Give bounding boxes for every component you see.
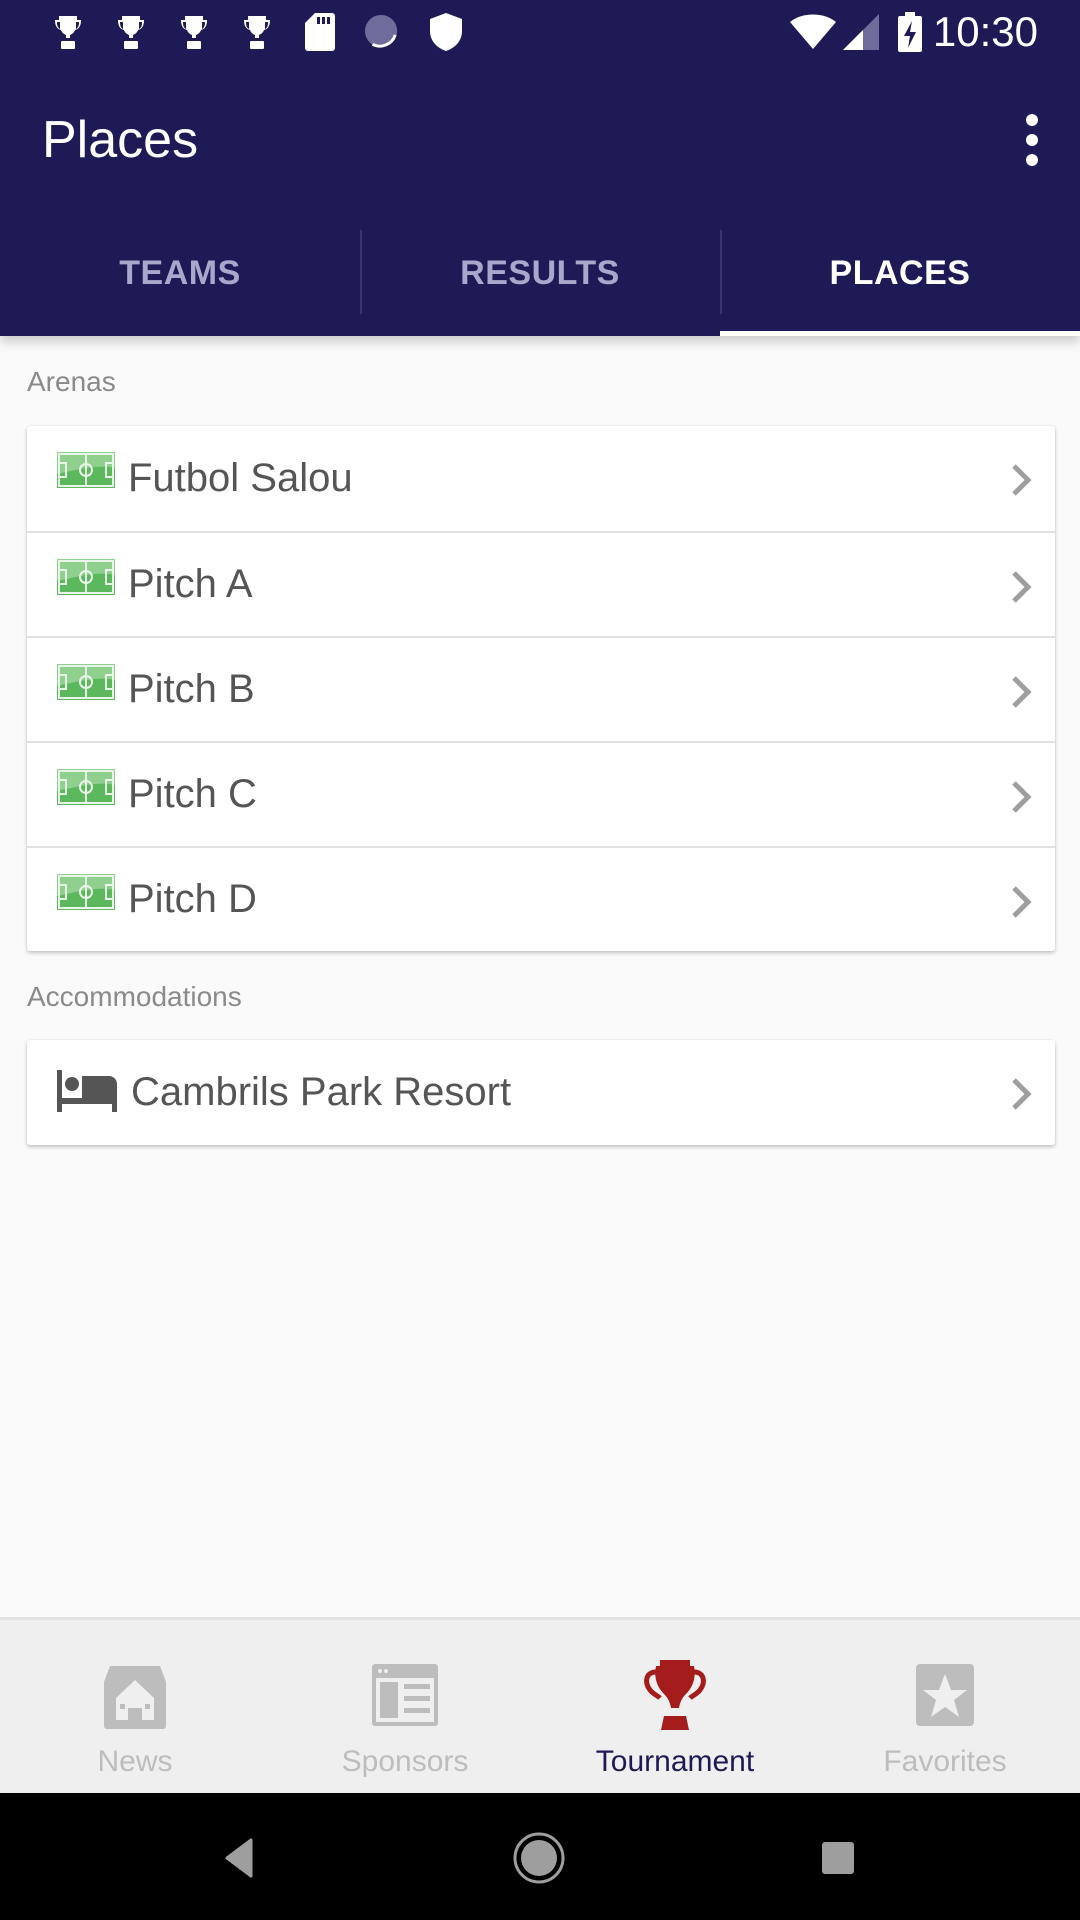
nav-news[interactable]: News bbox=[0, 1620, 270, 1793]
nav-label: News bbox=[97, 1745, 173, 1778]
soccer-field-icon bbox=[57, 874, 115, 910]
shield-icon bbox=[428, 12, 464, 52]
nav-favorites[interactable]: Favorites bbox=[810, 1620, 1080, 1793]
nav-sponsors[interactable]: Sponsors bbox=[270, 1620, 540, 1793]
status-bar: 10:30 bbox=[0, 0, 1080, 70]
trophy-icon bbox=[644, 1660, 706, 1730]
list-item-pitch-c[interactable]: Pitch C bbox=[27, 741, 1055, 846]
chevron-right-icon bbox=[1012, 571, 1032, 603]
trophy-icon bbox=[50, 12, 86, 52]
star-icon bbox=[916, 1664, 974, 1726]
chevron-right-icon bbox=[1012, 676, 1032, 708]
soccer-field-icon bbox=[57, 664, 115, 700]
tab-results[interactable]: RESULTS bbox=[360, 210, 720, 336]
chevron-right-icon bbox=[1012, 1078, 1032, 1110]
sd-card-icon bbox=[302, 12, 338, 52]
accommodations-list: Cambrils Park Resort bbox=[27, 1040, 1055, 1145]
trophy-icon bbox=[239, 12, 275, 52]
newspaper-icon bbox=[372, 1664, 438, 1726]
list-item-label: Pitch A bbox=[128, 562, 253, 606]
trophy-icon bbox=[176, 12, 212, 52]
soccer-field-icon bbox=[57, 769, 115, 805]
recents-icon[interactable] bbox=[803, 1823, 873, 1893]
arenas-list: Futbol Salou Pitch A Pitch B Pitch C Pit… bbox=[27, 426, 1055, 951]
list-item-cambrils-park-resort[interactable]: Cambrils Park Resort bbox=[27, 1040, 1055, 1145]
soccer-field-icon bbox=[57, 452, 115, 488]
nav-label: Favorites bbox=[883, 1745, 1007, 1778]
app-bar: Places bbox=[0, 70, 1080, 210]
clock: 10:30 bbox=[932, 8, 1038, 55]
tab-bar: TEAMS RESULTS PLACES bbox=[0, 210, 1080, 336]
bed-icon bbox=[57, 1070, 117, 1112]
list-item-label: Futbol Salou bbox=[128, 456, 353, 500]
list-item-pitch-a[interactable]: Pitch A bbox=[27, 531, 1055, 636]
home-icon bbox=[104, 1666, 166, 1729]
page-title: Places bbox=[42, 111, 199, 169]
battery-charging-icon bbox=[896, 12, 924, 52]
tab-teams[interactable]: TEAMS bbox=[0, 210, 360, 336]
list-item-pitch-b[interactable]: Pitch B bbox=[27, 636, 1055, 741]
soccer-field-icon bbox=[57, 559, 115, 595]
list-item-futbol-salou[interactable]: Futbol Salou bbox=[27, 426, 1055, 531]
list-item-label: Pitch C bbox=[128, 772, 257, 816]
bottom-navigation: News Sponsors Tournament Favorites bbox=[0, 1617, 1080, 1793]
system-navigation-bar bbox=[0, 1793, 1080, 1920]
chevron-right-icon bbox=[1012, 886, 1032, 918]
chevron-right-icon bbox=[1012, 464, 1032, 496]
nav-tournament[interactable]: Tournament bbox=[540, 1620, 810, 1793]
home-button-icon[interactable] bbox=[504, 1823, 574, 1893]
list-item-label: Pitch B bbox=[128, 667, 255, 711]
wifi-icon bbox=[790, 12, 836, 52]
signal-icon bbox=[842, 12, 880, 52]
more-vert-icon[interactable] bbox=[1008, 108, 1056, 172]
list-item-pitch-d[interactable]: Pitch D bbox=[27, 846, 1055, 951]
section-title-accommodations: Accommodations bbox=[27, 981, 242, 1012]
list-item-label: Cambrils Park Resort bbox=[131, 1070, 512, 1114]
section-title-arenas: Arenas bbox=[27, 366, 116, 397]
trophy-icon bbox=[113, 12, 149, 52]
chevron-right-icon bbox=[1012, 781, 1032, 813]
nav-label: Tournament bbox=[595, 1745, 755, 1778]
sync-icon bbox=[364, 12, 400, 52]
nav-label: Sponsors bbox=[341, 1745, 469, 1778]
back-icon[interactable] bbox=[206, 1823, 276, 1893]
tab-places[interactable]: PLACES bbox=[720, 210, 1080, 336]
list-item-label: Pitch D bbox=[128, 877, 257, 921]
